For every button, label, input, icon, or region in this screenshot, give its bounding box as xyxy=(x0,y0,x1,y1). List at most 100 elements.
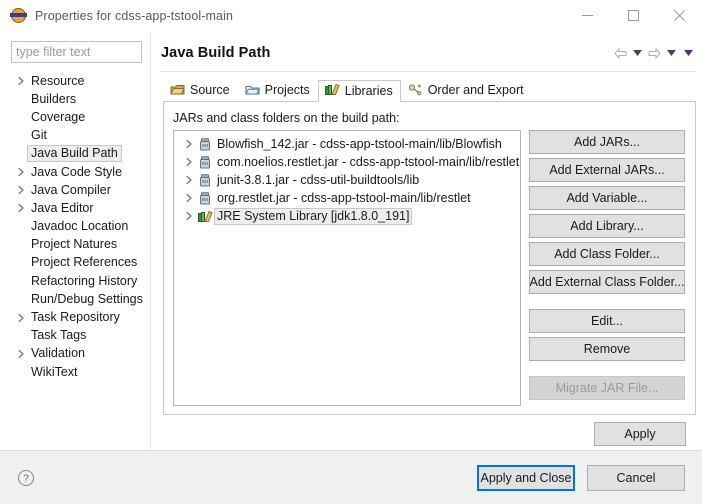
chevron-right-icon[interactable] xyxy=(14,349,27,359)
button-group-spacer xyxy=(529,365,685,376)
chevron-right-icon[interactable] xyxy=(182,157,196,167)
minimize-button[interactable] xyxy=(564,0,610,32)
cancel-button[interactable]: Cancel xyxy=(587,464,685,491)
footer-buttons: Apply and Close Cancel xyxy=(477,464,685,491)
forward-dropdown-icon[interactable] xyxy=(664,44,679,62)
apply-button[interactable]: Apply xyxy=(594,422,686,446)
apply-row: Apply xyxy=(161,415,702,450)
sidebar-item-refactoring-history[interactable]: Refactoring History xyxy=(0,272,150,290)
page-header: Java Build Path xyxy=(161,32,702,62)
sidebar-item-label: Project References xyxy=(31,255,138,270)
sidebar-item-java-build-path[interactable]: Java Build Path xyxy=(0,145,150,163)
projects-folder-icon xyxy=(244,83,261,98)
help-question-icon[interactable]: ? xyxy=(17,469,35,487)
chevron-right-icon[interactable] xyxy=(182,211,196,221)
list-label: JARs and class folders on the build path… xyxy=(173,111,400,125)
chevron-right-icon[interactable] xyxy=(14,203,27,213)
build-path-entry[interactable]: JRE System Library [jdk1.8.0_191] xyxy=(174,207,520,225)
build-path-entry-label: JRE System Library [jdk1.8.0_191] xyxy=(214,207,413,225)
add-variable-button[interactable]: Add Variable... xyxy=(529,186,685,210)
sidebar-item-label: Resource xyxy=(31,73,85,88)
sidebar-item-label: Refactoring History xyxy=(31,273,138,288)
tab-bar[interactable]: Source Projects Libraries Order and Export xyxy=(163,80,696,102)
sidebar-item-java-compiler[interactable]: Java Compiler xyxy=(0,181,150,199)
add-external-jars-button[interactable]: Add External JARs... xyxy=(529,158,685,182)
add-jars-button[interactable]: Add JARs... xyxy=(529,130,685,154)
sidebar-item-resource[interactable]: Resource xyxy=(0,72,150,90)
build-path-entry[interactable]: org.restlet.jar - cdss-app-tstool-main/l… xyxy=(174,189,520,207)
sidebar-item-task-tags[interactable]: Task Tags xyxy=(0,327,150,345)
build-path-entry-label: Blowfish_142.jar - cdss-app-tstool-main/… xyxy=(217,136,502,151)
chevron-right-icon[interactable] xyxy=(182,193,196,203)
sidebar-item-label: WikiText xyxy=(31,364,78,379)
chevron-right-icon[interactable] xyxy=(14,185,27,195)
tab-order-and-export[interactable]: Order and Export xyxy=(401,79,532,101)
sidebar-item-builders[interactable]: Builders xyxy=(0,90,150,108)
sidebar-item-label: Java Build Path xyxy=(27,145,122,163)
order-export-icon xyxy=(408,83,424,98)
build-path-entry[interactable]: com.noelios.restlet.jar - cdss-app-tstoo… xyxy=(174,153,520,171)
tab-label: Source xyxy=(190,83,230,97)
libraries-books-icon xyxy=(324,83,341,98)
filter-input[interactable] xyxy=(11,41,142,63)
button-group-spacer xyxy=(529,298,685,309)
menu-dropdown-icon[interactable] xyxy=(681,44,696,62)
svg-text:?: ? xyxy=(23,473,29,484)
sidebar-item-label: Git xyxy=(31,128,47,143)
libraries-tab-panel: JARs and class folders on the build path… xyxy=(163,102,696,415)
library-buttons-column: Add JARs... Add External JARs... Add Varia… xyxy=(529,130,685,406)
build-path-entry[interactable]: Blowfish_142.jar - cdss-app-tstool-main/… xyxy=(174,135,520,153)
sidebar-item-git[interactable]: Git xyxy=(0,127,150,145)
window-title: Properties for cdss-app-tstool-main xyxy=(35,8,234,23)
window-controls xyxy=(564,0,702,32)
sidebar-item-label: Builders xyxy=(31,91,77,106)
sidebar-item-project-references[interactable]: Project References xyxy=(0,254,150,272)
list-and-buttons: Blowfish_142.jar - cdss-app-tstool-main/… xyxy=(173,130,685,406)
tab-source[interactable]: Source xyxy=(163,79,238,101)
tab-label: Order and Export xyxy=(427,83,524,97)
sidebar-item-wikitext[interactable]: WikiText xyxy=(0,363,150,381)
sidebar-item-label: Task Tags xyxy=(31,328,87,343)
forward-arrow-icon[interactable] xyxy=(647,44,662,62)
settings-tree[interactable]: Resource Builders Coverage Git Java Build Pa… xyxy=(0,70,150,450)
back-arrow-icon[interactable] xyxy=(613,44,628,62)
remove-button[interactable]: Remove xyxy=(529,337,685,361)
eclipse-globe-icon xyxy=(10,7,27,24)
edit-button[interactable]: Edit... xyxy=(529,309,685,333)
sidebar-item-java-code-style[interactable]: Java Code Style xyxy=(0,163,150,181)
sidebar-item-label: Project Natures xyxy=(31,237,118,252)
sidebar-item-coverage[interactable]: Coverage xyxy=(0,108,150,126)
chevron-right-icon[interactable] xyxy=(182,139,196,149)
page-title: Java Build Path xyxy=(161,45,271,61)
chevron-right-icon[interactable] xyxy=(14,76,27,86)
build-path-entry-label: junit-3.8.1.jar - cdss-util-buildtools/l… xyxy=(217,172,420,187)
sidebar-item-javadoc-location[interactable]: Javadoc Location xyxy=(0,218,150,236)
build-path-list[interactable]: Blowfish_142.jar - cdss-app-tstool-main/… xyxy=(173,130,521,406)
tab-label: Libraries xyxy=(344,83,393,98)
sidebar-item-label: Java Editor xyxy=(31,200,94,215)
sidebar-item-run-debug-settings[interactable]: Run/Debug Settings xyxy=(0,290,150,308)
chevron-right-icon[interactable] xyxy=(14,313,27,323)
chevron-right-icon[interactable] xyxy=(14,167,27,177)
build-path-entry-label: org.restlet.jar - cdss-app-tstool-main/l… xyxy=(217,190,471,205)
close-button[interactable] xyxy=(656,0,702,32)
chevron-right-icon[interactable] xyxy=(182,175,196,185)
maximize-button[interactable] xyxy=(610,0,656,32)
apply-and-close-button[interactable]: Apply and Close xyxy=(477,464,575,491)
sidebar-item-project-natures[interactable]: Project Natures xyxy=(0,236,150,254)
sidebar-item-task-repository[interactable]: Task Repository xyxy=(0,308,150,326)
build-path-entry-label: com.noelios.restlet.jar - cdss-app-tstoo… xyxy=(217,154,520,169)
add-class-folder-button[interactable]: Add Class Folder... xyxy=(529,242,685,266)
build-path-entry[interactable]: junit-3.8.1.jar - cdss-util-buildtools/l… xyxy=(174,171,520,189)
tab-libraries[interactable]: Libraries xyxy=(317,80,401,102)
title-bar: Properties for cdss-app-tstool-main xyxy=(0,0,702,32)
tab-projects[interactable]: Projects xyxy=(238,79,318,101)
sidebar-item-java-editor[interactable]: Java Editor xyxy=(0,199,150,217)
add-external-class-folder-button[interactable]: Add External Class Folder... xyxy=(529,270,685,294)
back-dropdown-icon[interactable] xyxy=(630,44,645,62)
add-library-button[interactable]: Add Library... xyxy=(529,214,685,238)
sidebar-item-label: Validation xyxy=(31,346,85,361)
sidebar-item-label: Task Repository xyxy=(31,310,120,325)
sidebar-item-validation[interactable]: Validation xyxy=(0,345,150,363)
dialog-body: Resource Builders Coverage Git Java Build Pa… xyxy=(0,32,702,450)
